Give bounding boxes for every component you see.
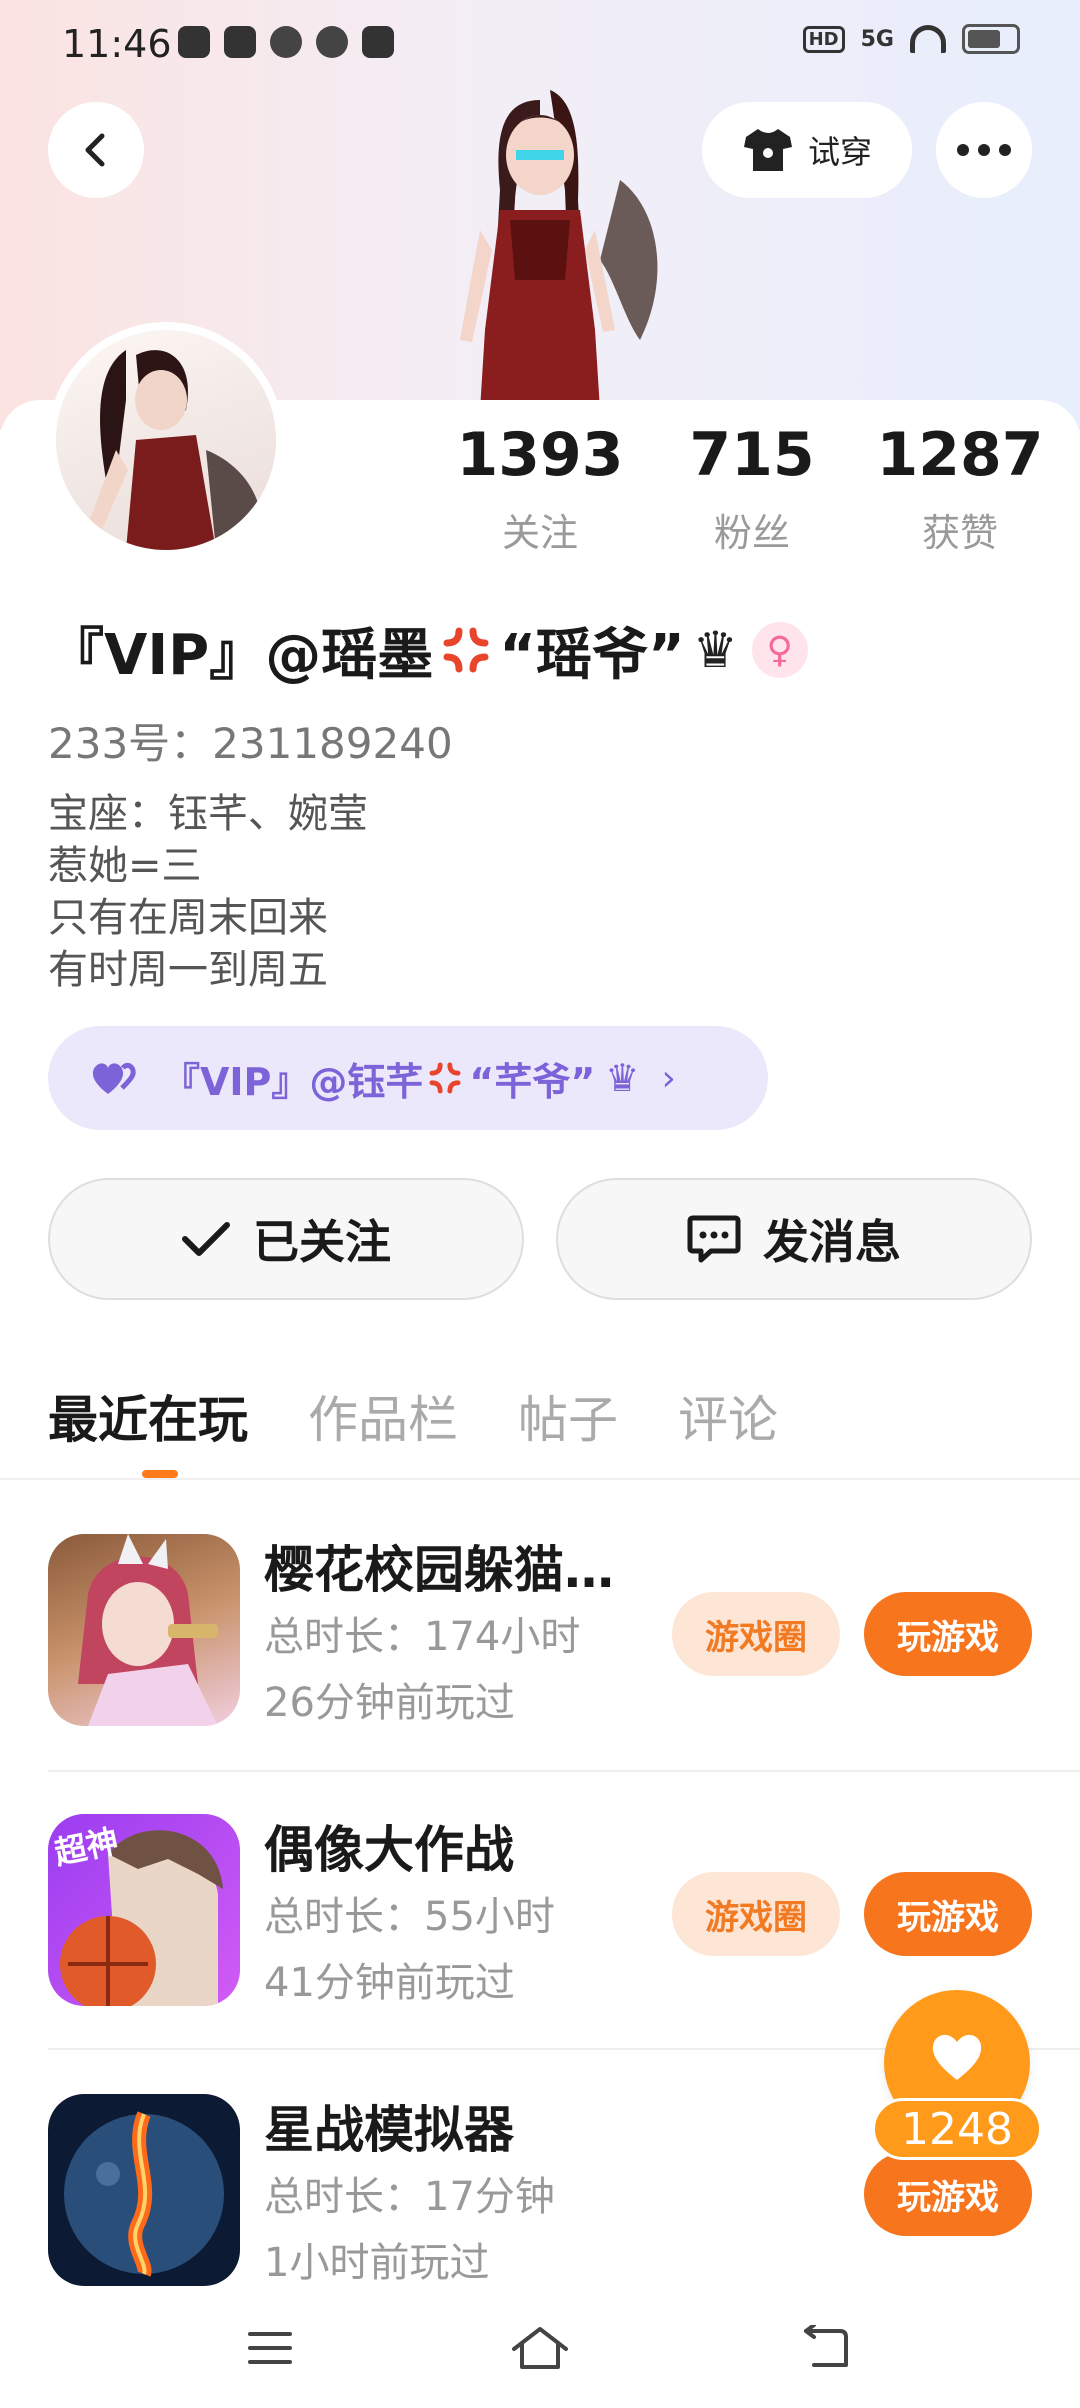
profile-tabs: 最近在玩 作品栏 帖子 评论 (48, 1380, 778, 1460)
more-dots-icon (957, 144, 1011, 156)
game-art-icon (78, 1534, 218, 1726)
profile-avatar[interactable] (48, 322, 284, 558)
stat-label: 粉丝 (713, 511, 790, 555)
bio-line: 宝座：钰芊、婉莹 (48, 791, 368, 837)
game-icon-sakura-school (48, 1534, 240, 1726)
profile-stats: 1393 关注 715 粉丝 1287 获赞 (440, 420, 1060, 560)
status-indicators: HD 5G (802, 24, 1020, 54)
send-message-label: 发消息 (763, 1215, 901, 1269)
crown-icon: ♛ (692, 621, 738, 679)
wechat-icon (270, 26, 302, 58)
back-arrow-icon (85, 133, 105, 167)
stat-label: 关注 (501, 511, 578, 555)
tab-works[interactable]: 作品栏 (308, 1380, 458, 1460)
like-count: 1248 (872, 2098, 1042, 2160)
nickname-part2: “瑶爷” (499, 622, 685, 688)
home-icon (512, 2327, 568, 2369)
tab-recently-played[interactable]: 最近在玩 (48, 1380, 248, 1460)
double-heart-icon (92, 1062, 136, 1094)
game-title: 偶像大作战 (264, 1821, 514, 1879)
chat-bubble-icon (687, 1215, 741, 1263)
recent-apps-button[interactable] (240, 2318, 300, 2378)
game-last-played: 41分钟前玩过 (264, 1960, 515, 2006)
crown-icon: ♛ (605, 1056, 640, 1100)
anger-emoji-icon (443, 627, 489, 673)
wifi-icon (910, 25, 946, 53)
bio-line: 有时周一到周五 (48, 947, 328, 993)
tshirt-icon (743, 129, 792, 171)
game-total-duration: 总时长：55小时 (264, 1894, 555, 1940)
game-icon-idol-battle: 超神 (48, 1814, 240, 2006)
game-title: 樱花校园躲猫… (264, 1541, 614, 1599)
stat-value: 715 (689, 420, 815, 490)
followed-label: 已关注 (253, 1215, 391, 1269)
tab-comments[interactable]: 评论 (678, 1380, 778, 1460)
female-gender-icon: ♀ (751, 622, 808, 678)
game-last-played: 1小时前玩过 (264, 2240, 490, 2286)
game-title: 星战模拟器 (264, 2101, 514, 2159)
game-circle-button[interactable]: 游戏圈 (672, 1872, 840, 1956)
row-divider (48, 1770, 1080, 1772)
notification-icons (178, 26, 394, 58)
avatar-character-icon (86, 350, 262, 550)
bio-line: 只有在周末回来 (48, 895, 328, 941)
game-icon-star-war-simulator (48, 2094, 240, 2286)
stat-value: 1287 (876, 420, 1044, 490)
app-notification-icon (178, 26, 210, 58)
user-id: 233号：231189240 (48, 719, 453, 768)
stat-likes[interactable]: 1287 获赞 (860, 420, 1060, 557)
profile-nickname: 『VIP』@瑶墨 “瑶爷” ♛ ♀ (48, 610, 1048, 690)
avatar-character-illustration (460, 90, 658, 410)
game-circle-button[interactable]: 游戏圈 (672, 1592, 840, 1676)
play-game-button[interactable]: 玩游戏 (864, 2152, 1032, 2236)
play-game-button[interactable]: 玩游戏 (864, 1872, 1032, 1956)
stat-value: 1393 (456, 420, 624, 490)
send-message-button[interactable]: 发消息 (556, 1178, 1032, 1300)
stat-label: 获赞 (921, 511, 998, 555)
try-on-button[interactable]: 试穿 (702, 102, 912, 198)
heart-icon (932, 2034, 982, 2080)
home-button[interactable] (510, 2318, 570, 2378)
video-app-icon (316, 26, 348, 58)
checkmark-icon (182, 1222, 230, 1256)
followed-button[interactable]: 已关注 (48, 1178, 524, 1300)
game-list-item[interactable]: 樱花校园躲猫… 总时长：174小时 26分钟前玩过 游戏圈 玩游戏 (0, 1500, 1080, 1750)
game-last-played: 26分钟前玩过 (264, 1680, 515, 1726)
stat-followers[interactable]: 715 粉丝 (652, 420, 852, 557)
tabs-divider (0, 1478, 1080, 1480)
battery-icon (962, 24, 1020, 54)
tab-posts[interactable]: 帖子 (518, 1380, 618, 1460)
linked-user-name-part1: 『VIP』@钰芊 (162, 1059, 424, 1104)
anger-emoji-icon (429, 1062, 461, 1094)
nickname-part1: 『VIP』@瑶墨 (48, 622, 434, 688)
status-bar: 11:46 HD 5G (0, 0, 1080, 84)
menu-icon (248, 2332, 292, 2364)
back-button[interactable] (48, 102, 144, 198)
more-options-button[interactable] (936, 102, 1032, 198)
system-navigation-bar (0, 2290, 1080, 2408)
hd-icon: HD (802, 25, 845, 53)
try-on-label: 试穿 (807, 133, 872, 171)
capcut-icon (362, 26, 394, 58)
game-list-item[interactable]: 超神 偶像大作战 总时长：55小时 41分钟前玩过 游戏圈 玩游戏 (0, 1780, 1080, 2030)
bio-line: 惹她=三 (48, 843, 202, 889)
chevron-right-icon: › (661, 1057, 676, 1099)
back-nav-button[interactable] (796, 2318, 856, 2378)
linked-user-chip[interactable]: 『VIP』@钰芊 “芊爷” ♛ › (48, 1026, 768, 1130)
play-game-button[interactable]: 玩游戏 (864, 1592, 1032, 1676)
tiktok-icon (224, 26, 256, 58)
active-tab-indicator (142, 1470, 178, 1478)
game-total-duration: 总时长：174小时 (264, 1614, 581, 1660)
profile-bio: 宝座：钰芊、婉莹 惹她=三 只有在周末回来 有时周一到周五 (48, 788, 368, 996)
back-nav-icon (804, 2325, 848, 2367)
status-time: 11:46 (62, 22, 172, 66)
linked-user-name-part2: “芊爷” (469, 1059, 596, 1104)
planet-icon (64, 2111, 224, 2277)
game-total-duration: 总时长：17分钟 (264, 2174, 555, 2220)
stat-following[interactable]: 1393 关注 (440, 420, 640, 557)
signal-icon: 5G (860, 26, 894, 52)
avatar-image (56, 330, 276, 550)
